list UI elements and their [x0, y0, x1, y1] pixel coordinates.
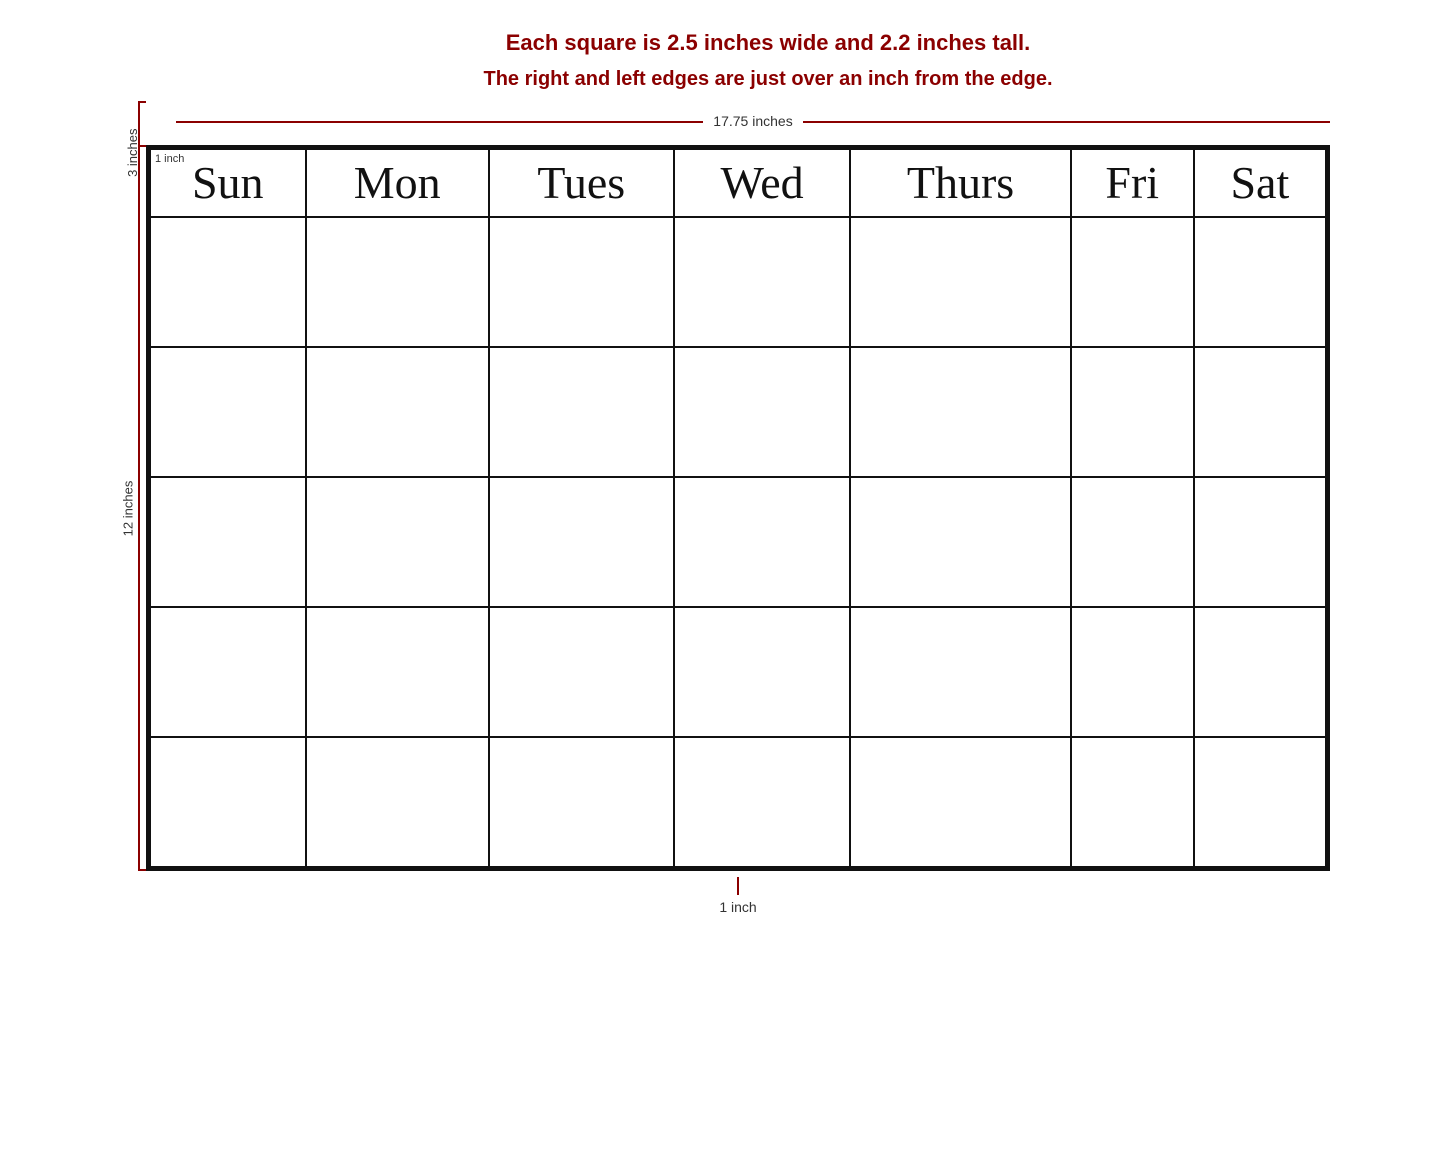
cell-r1-thurs: [850, 217, 1070, 347]
corner-inch-label: 1 inch: [155, 153, 184, 165]
left-ruler-label: 12 inches: [121, 480, 136, 536]
header-mon: Mon: [306, 149, 489, 217]
info-section: Each square is 2.5 inches wide and 2.2 i…: [110, 20, 1330, 101]
table-row: [150, 347, 1326, 477]
cell-r5-thurs: [850, 737, 1070, 867]
cell-r5-wed: [674, 737, 851, 867]
table-row: [150, 607, 1326, 737]
header-sun: Sun 1 inch: [150, 149, 306, 217]
calendar-wrapper: 12 inches Sun 1 inch Mon Tues Wed Thurs …: [110, 145, 1330, 871]
calendar-grid: Sun 1 inch Mon Tues Wed Thurs Fri Sat: [146, 145, 1330, 871]
cell-r2-sun: [150, 347, 306, 477]
cell-r1-fri: [1071, 217, 1194, 347]
cell-r5-fri: [1071, 737, 1194, 867]
header-wed: Wed: [674, 149, 851, 217]
cell-r1-sun: [150, 217, 306, 347]
cell-r3-wed: [674, 477, 851, 607]
bottom-ruler-line: [737, 877, 739, 895]
day-wed-label: Wed: [720, 157, 803, 208]
cell-r3-thurs: [850, 477, 1070, 607]
cell-r2-mon: [306, 347, 489, 477]
cell-r4-sat: [1194, 607, 1326, 737]
page-container: Each square is 2.5 inches wide and 2.2 i…: [110, 20, 1330, 915]
table-row: [150, 737, 1326, 867]
day-mon-label: Mon: [354, 157, 441, 208]
header-fri: Fri: [1071, 149, 1194, 217]
cell-r5-tues: [489, 737, 674, 867]
day-sat-label: Sat: [1230, 157, 1289, 208]
info-line2: The right and left edges are just over a…: [206, 68, 1330, 91]
cell-r3-mon: [306, 477, 489, 607]
header-sat: Sat: [1194, 149, 1326, 217]
cell-r1-mon: [306, 217, 489, 347]
cell-r2-wed: [674, 347, 851, 477]
cell-r5-sun: [150, 737, 306, 867]
bottom-marker: 1 inch: [719, 877, 756, 915]
calendar-table: Sun 1 inch Mon Tues Wed Thurs Fri Sat: [149, 148, 1327, 868]
cell-r2-tues: [489, 347, 674, 477]
cell-r3-sun: [150, 477, 306, 607]
header-row: Sun 1 inch Mon Tues Wed Thurs Fri Sat: [150, 149, 1326, 217]
cell-r4-thurs: [850, 607, 1070, 737]
cell-r2-thurs: [850, 347, 1070, 477]
cell-r3-fri: [1071, 477, 1194, 607]
cell-r4-tues: [489, 607, 674, 737]
cell-r4-mon: [306, 607, 489, 737]
day-fri-label: Fri: [1105, 157, 1159, 208]
cell-r4-fri: [1071, 607, 1194, 737]
table-row: [150, 477, 1326, 607]
header-thurs: Thurs: [850, 149, 1070, 217]
bottom-ruler-label: 1 inch: [719, 899, 756, 915]
cell-r5-mon: [306, 737, 489, 867]
cell-r1-sat: [1194, 217, 1326, 347]
day-thurs-label: Thurs: [907, 157, 1014, 208]
info-line1: Each square is 2.5 inches wide and 2.2 i…: [206, 30, 1330, 56]
cell-r2-sat: [1194, 347, 1326, 477]
cell-r5-sat: [1194, 737, 1326, 867]
day-tues-label: Tues: [537, 157, 625, 208]
cell-r2-fri: [1071, 347, 1194, 477]
cell-r1-wed: [674, 217, 851, 347]
cell-r4-wed: [674, 607, 851, 737]
cell-r3-tues: [489, 477, 674, 607]
left-ruler-main: 12 inches: [110, 145, 146, 871]
header-tues: Tues: [489, 149, 674, 217]
cell-r1-tues: [489, 217, 674, 347]
cell-r4-sun: [150, 607, 306, 737]
day-sun-label: Sun: [192, 157, 264, 208]
cell-r3-sat: [1194, 477, 1326, 607]
horizontal-ruler-label: 17.75 inches: [703, 113, 802, 129]
table-row: [150, 217, 1326, 347]
left-ruler-line: [138, 145, 140, 871]
